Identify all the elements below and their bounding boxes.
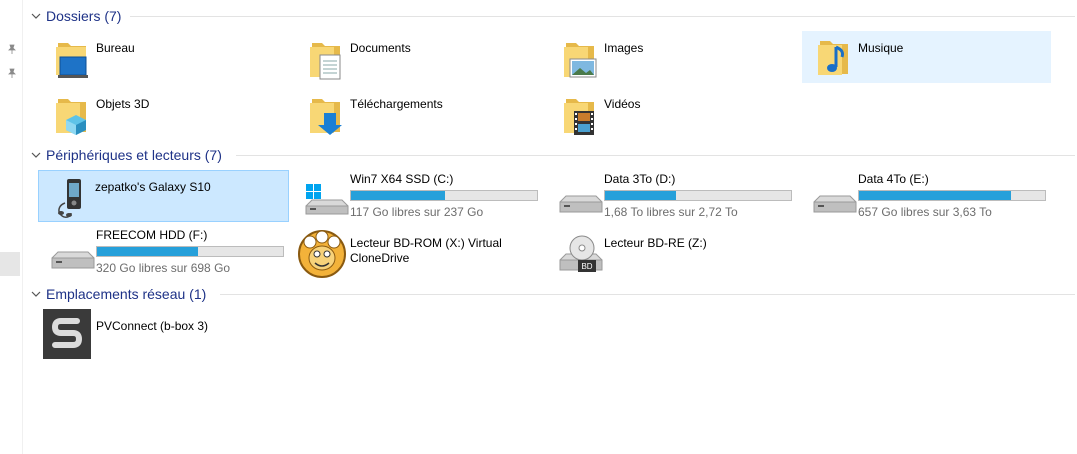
chevron-down-icon[interactable] <box>30 10 42 22</box>
drive-item-d[interactable]: Data 3To (D:) 1,68 To libres sur 2,72 To <box>548 170 798 220</box>
downloads-folder-icon <box>310 99 342 135</box>
group-divider <box>220 294 1075 295</box>
capacity-bar-fill <box>351 191 446 200</box>
item-label: Téléchargements <box>350 97 443 111</box>
capacity-bar <box>858 190 1046 201</box>
free-space-text: 657 Go libres sur 3,63 To <box>858 205 992 219</box>
group-title: Périphériques et lecteurs (7) <box>46 147 222 163</box>
folder-item-videos[interactable]: Vidéos <box>548 89 798 139</box>
item-label: Lecteur BD-ROM (X:) Virtual CloneDrive <box>350 236 502 265</box>
item-label: Bureau <box>96 41 135 55</box>
folder-item-documents[interactable]: Documents <box>294 33 544 83</box>
folder-item-telechargements[interactable]: Téléchargements <box>294 89 544 139</box>
group-divider <box>130 16 1075 17</box>
desktop-folder-icon <box>56 43 88 78</box>
drive-item-c[interactable]: Win7 X64 SSD (C:) 117 Go libres sur 237 … <box>294 170 544 220</box>
item-label: Lecteur BD-RE (Z:) <box>604 236 707 250</box>
documents-folder-icon <box>310 43 341 80</box>
capacity-bar <box>350 190 538 201</box>
item-label: zepatko's Galaxy S10 <box>95 180 211 194</box>
item-label: Vidéos <box>604 97 641 111</box>
3d-objects-folder-icon <box>56 99 86 135</box>
capacity-bar-fill <box>605 191 677 200</box>
item-label: Musique <box>858 41 904 55</box>
phone-icon <box>58 179 81 218</box>
folder-item-objets-3d[interactable]: Objets 3D <box>40 89 290 139</box>
device-item-galaxy-s10[interactable]: zepatko's Galaxy S10 <box>38 170 289 222</box>
drive-item-x[interactable]: Lecteur BD-ROM (X:) Virtual CloneDrive <box>294 226 544 278</box>
network-item-pvconnect[interactable]: PVConnect (b-box 3) <box>40 308 290 362</box>
scrollbar-thumb[interactable] <box>0 252 20 276</box>
capacity-bar-fill <box>97 247 198 256</box>
capacity-bar <box>96 246 284 257</box>
drive-item-z[interactable]: BD Lecteur BD-RE (Z:) <box>548 226 798 276</box>
item-label: Documents <box>350 41 411 55</box>
folder-item-bureau[interactable]: Bureau <box>40 33 290 83</box>
pictures-folder-icon <box>564 43 597 78</box>
item-label: Win7 X64 SSD (C:) <box>350 172 454 186</box>
videos-folder-icon <box>564 99 594 135</box>
free-space-text: 320 Go libres sur 698 Go <box>96 261 231 275</box>
capacity-bar-fill <box>859 191 1012 200</box>
bd-drive-icon: BD <box>559 235 603 272</box>
chevron-down-icon[interactable] <box>30 149 42 161</box>
group-title: Dossiers (7) <box>46 8 122 24</box>
bd-badge: BD <box>581 262 592 271</box>
free-space-text: 1,68 To libres sur 2,72 To <box>604 205 738 219</box>
drive-item-e[interactable]: Data 4To (E:) 657 Go libres sur 3,63 To <box>802 170 1052 220</box>
free-space-text: 117 Go libres sur 237 Go <box>350 205 484 219</box>
group-header-devices[interactable]: Périphériques et lecteurs (7) <box>30 146 222 164</box>
capacity-bar <box>604 190 792 201</box>
group-header-folders[interactable]: Dossiers (7) <box>30 7 121 25</box>
hard-drive-icon <box>813 195 857 213</box>
clonedrive-sheep-icon <box>298 230 346 278</box>
group-header-network[interactable]: Emplacements réseau (1) <box>30 285 206 303</box>
group-title: Emplacements réseau (1) <box>46 286 207 302</box>
folder-item-images[interactable]: Images <box>548 33 798 83</box>
item-label: Data 3To (D:) <box>604 172 676 186</box>
item-label: PVConnect (b-box 3) <box>96 319 209 333</box>
group-divider <box>236 155 1075 156</box>
hard-drive-icon <box>559 195 603 213</box>
chevron-down-icon[interactable] <box>30 288 42 300</box>
pvconnect-icon <box>43 309 91 359</box>
folder-item-musique[interactable]: Musique <box>802 31 1051 83</box>
hard-drive-icon <box>51 251 95 269</box>
item-label: Data 4To (E:) <box>858 172 929 186</box>
item-label: Images <box>604 41 644 55</box>
navigation-pane-strip <box>0 0 23 454</box>
drive-item-f[interactable]: FREECOM HDD (F:) 320 Go libres sur 698 G… <box>40 226 290 276</box>
music-folder-icon <box>818 41 848 75</box>
windows-drive-icon <box>305 184 349 215</box>
item-label: Objets 3D <box>96 97 150 111</box>
pin-icon[interactable] <box>7 44 17 54</box>
pin-icon[interactable] <box>7 68 17 78</box>
item-label: FREECOM HDD (F:) <box>96 228 208 242</box>
